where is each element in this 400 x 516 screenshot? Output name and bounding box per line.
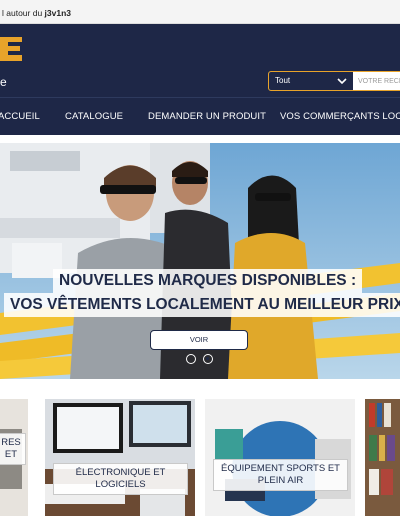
carousel-dot-1[interactable] xyxy=(186,354,196,364)
nav-item-vos-commercants-locaux[interactable]: VOS COMMERÇANTS LOCAUX xyxy=(280,111,400,122)
category-image-sports xyxy=(205,399,355,516)
category-image-books xyxy=(365,399,400,516)
hero-title-line-2: VOS VÊTEMENTS LOCALEMENT AU MEILLEUR PRI… xyxy=(4,293,400,317)
hero-see-button[interactable]: VOIR xyxy=(150,330,248,350)
logo-subtitle: e xyxy=(0,75,7,89)
site-header: e Tout xyxy=(0,24,400,97)
nav-item-catalogue[interactable]: CATALOGUE xyxy=(65,111,123,122)
search-category-select[interactable]: Tout xyxy=(269,72,353,90)
hero-title-line-1: NOUVELLES MARQUES DISPONIBLES : xyxy=(53,269,363,293)
hero-carousel: NOUVELLES MARQUES DISPONIBLES : VOS VÊTE… xyxy=(0,143,400,379)
location-bar: l autour du j3v1n3 xyxy=(0,0,400,24)
category-label: ÉLECTRONIQUE ET LOGICIELS xyxy=(53,463,188,495)
category-tile-sports[interactable]: ÉQUIPEMENT SPORTS ET PLEIN AIR xyxy=(205,399,355,516)
category-label: RES ET xyxy=(0,433,26,465)
category-label: ÉQUIPEMENT SPORTS ET PLEIN AIR xyxy=(213,459,348,491)
location-postal-code[interactable]: j3v1n3 xyxy=(45,8,71,18)
category-image-electronics xyxy=(45,399,195,516)
search-bar: Tout xyxy=(268,71,400,91)
main-nav: ACCUEIL CATALOGUE DEMANDER UN PRODUIT VO… xyxy=(0,97,400,135)
category-tile-electronics[interactable]: ÉLECTRONIQUE ET LOGICIELS xyxy=(45,399,195,516)
carousel-dot-2[interactable] xyxy=(203,354,213,364)
nav-item-demander-un-produit[interactable]: DEMANDER UN PRODUIT xyxy=(148,111,266,122)
category-tile-clothing[interactable]: RES ET xyxy=(0,399,28,516)
logo[interactable] xyxy=(0,35,24,63)
chevron-down-icon xyxy=(337,78,347,85)
search-input[interactable] xyxy=(353,72,400,90)
category-tile-books[interactable] xyxy=(365,399,400,516)
page: l autour du j3v1n3 e Tout ACCUEIL CATALO… xyxy=(0,0,400,516)
search-category-value: Tout xyxy=(275,76,291,85)
location-prefix: l autour du xyxy=(2,8,43,18)
nav-item-accueil[interactable]: ACCUEIL xyxy=(0,111,40,122)
